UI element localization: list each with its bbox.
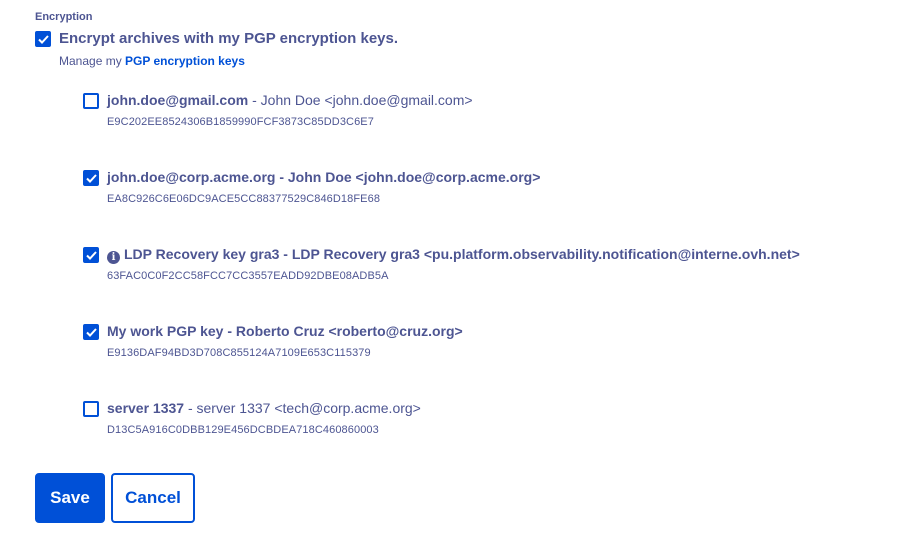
pgp-key-fingerprint: EA8C926C6E06DC9ACE5CC88377529C846D18FE68 <box>107 193 381 205</box>
check-icon <box>85 173 97 183</box>
check-icon <box>85 250 97 260</box>
pgp-key-name: LDP Recovery key gra3 - LDP Recovery gra… <box>124 246 800 262</box>
pgp-key-checkbox[interactable] <box>83 93 99 109</box>
pgp-key-title[interactable]: john.doe@corp.acme.org - John Doe <john.… <box>107 169 540 185</box>
manage-keys-prefix: Manage my <box>59 54 122 68</box>
encrypt-archives-checkbox[interactable] <box>35 31 51 47</box>
pgp-key-title[interactable]: My work PGP key - Roberto Cruz <roberto@… <box>107 323 463 339</box>
pgp-key-fingerprint: D13C5A916C0DBB129E456DCBDEA718C460860003 <box>107 424 379 436</box>
pgp-key-identity: - John Doe <john.doe@gmail.com> <box>248 92 473 108</box>
pgp-key-name: My work PGP key - Roberto Cruz <roberto@… <box>107 323 463 339</box>
pgp-keys-link[interactable]: PGP encryption keys <box>125 54 245 68</box>
encrypt-archives-label: Encrypt archives with my PGP encryption … <box>59 30 399 47</box>
pgp-key-identity: - server 1337 <tech@corp.acme.org> <box>184 400 421 416</box>
save-button[interactable]: Save <box>35 473 105 523</box>
pgp-key-name: john.doe@corp.acme.org - John Doe <john.… <box>107 169 541 185</box>
pgp-key-checkbox[interactable] <box>83 170 99 186</box>
manage-keys-line: Manage my PGP encryption keys <box>59 54 245 68</box>
pgp-key-fingerprint: E9136DAF94BD3D708C855124A7109E653C115379 <box>107 347 371 359</box>
pgp-key-checkbox[interactable] <box>83 247 99 263</box>
pgp-key-name: john.doe@gmail.com <box>107 92 249 108</box>
info-icon: i <box>107 251 120 264</box>
pgp-key-fingerprint: E9C202EE8524306B1859990FCF3873C85DD3C6E7 <box>107 116 374 128</box>
check-icon <box>37 34 49 44</box>
pgp-key-name: server 1337 <box>107 400 185 416</box>
pgp-key-checkbox[interactable] <box>83 401 99 417</box>
pgp-key-fingerprint: 63FAC0C0F2CC58FCC7CC3557EADD92DBE08ADB5A <box>107 270 389 282</box>
pgp-key-checkbox[interactable] <box>83 324 99 340</box>
check-icon <box>85 327 97 337</box>
cancel-button[interactable]: Cancel <box>111 473 195 523</box>
pgp-key-title[interactable]: john.doe@gmail.com - John Doe <john.doe@… <box>107 92 473 108</box>
pgp-key-title[interactable]: server 1337 - server 1337 <tech@corp.acm… <box>107 400 421 416</box>
pgp-key-title[interactable]: i LDP Recovery key gra3 - LDP Recovery gr… <box>107 246 800 264</box>
encryption-section-label: Encryption <box>35 11 93 23</box>
